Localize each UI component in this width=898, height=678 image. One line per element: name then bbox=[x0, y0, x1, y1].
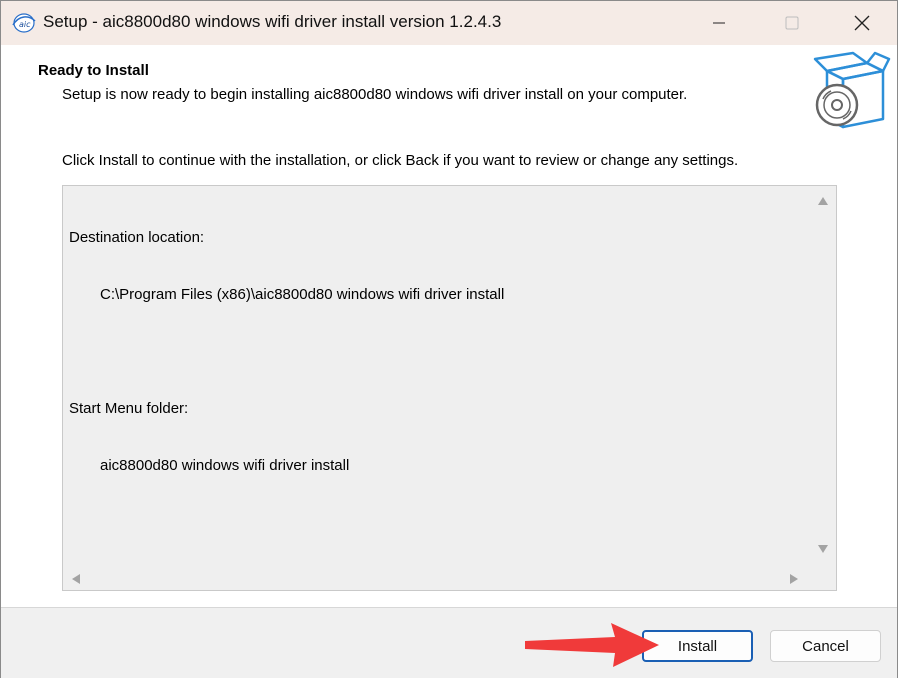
minimize-icon bbox=[713, 22, 725, 24]
scrollbar-corner bbox=[809, 566, 836, 590]
scroll-right-icon[interactable] bbox=[789, 573, 799, 585]
maximize-icon bbox=[785, 16, 799, 30]
start-menu-label: Start Menu folder: bbox=[69, 400, 189, 417]
page-heading: Ready to Install bbox=[38, 62, 149, 79]
svg-text:aic: aic bbox=[19, 20, 31, 29]
memo-blank-line bbox=[69, 342, 805, 361]
instruction-text: Click Install to continue with the insta… bbox=[62, 152, 739, 169]
horizontal-scrollbar[interactable] bbox=[63, 566, 809, 590]
destination-value: C:\Program Files (x86)\aic8800d80 window… bbox=[100, 286, 505, 303]
wizard-header: Ready to Install Setup is now ready to b… bbox=[1, 45, 897, 137]
title-bar[interactable]: aic Setup - aic8800d80 windows wifi driv… bbox=[1, 1, 897, 45]
close-button[interactable] bbox=[834, 1, 890, 45]
scroll-left-icon[interactable] bbox=[71, 573, 81, 585]
wizard-content: Click Install to continue with the insta… bbox=[1, 137, 897, 607]
wizard-footer: Install Cancel bbox=[1, 608, 897, 678]
start-menu-value: aic8800d80 windows wifi driver install bbox=[100, 457, 350, 474]
annotation-arrow-icon bbox=[525, 623, 659, 667]
minimize-button[interactable] bbox=[691, 1, 747, 45]
memo-text: Destination location: C:\Program Files (… bbox=[69, 190, 805, 570]
destination-label: Destination location: bbox=[69, 229, 205, 246]
page-subheading: Setup is now ready to begin installing a… bbox=[62, 86, 688, 103]
scroll-down-icon[interactable] bbox=[817, 544, 829, 554]
window-title: Setup - aic8800d80 windows wifi driver i… bbox=[43, 12, 502, 31]
cancel-button[interactable]: Cancel bbox=[770, 630, 881, 662]
setup-box-icon bbox=[813, 51, 891, 129]
setup-window: aic Setup - aic8800d80 windows wifi driv… bbox=[0, 0, 898, 678]
ready-memo[interactable]: Destination location: C:\Program Files (… bbox=[62, 185, 837, 591]
close-icon bbox=[854, 15, 870, 31]
vertical-scrollbar[interactable] bbox=[809, 186, 836, 566]
scroll-up-icon[interactable] bbox=[817, 196, 829, 206]
app-icon: aic bbox=[12, 13, 36, 33]
maximize-button[interactable] bbox=[764, 1, 820, 45]
